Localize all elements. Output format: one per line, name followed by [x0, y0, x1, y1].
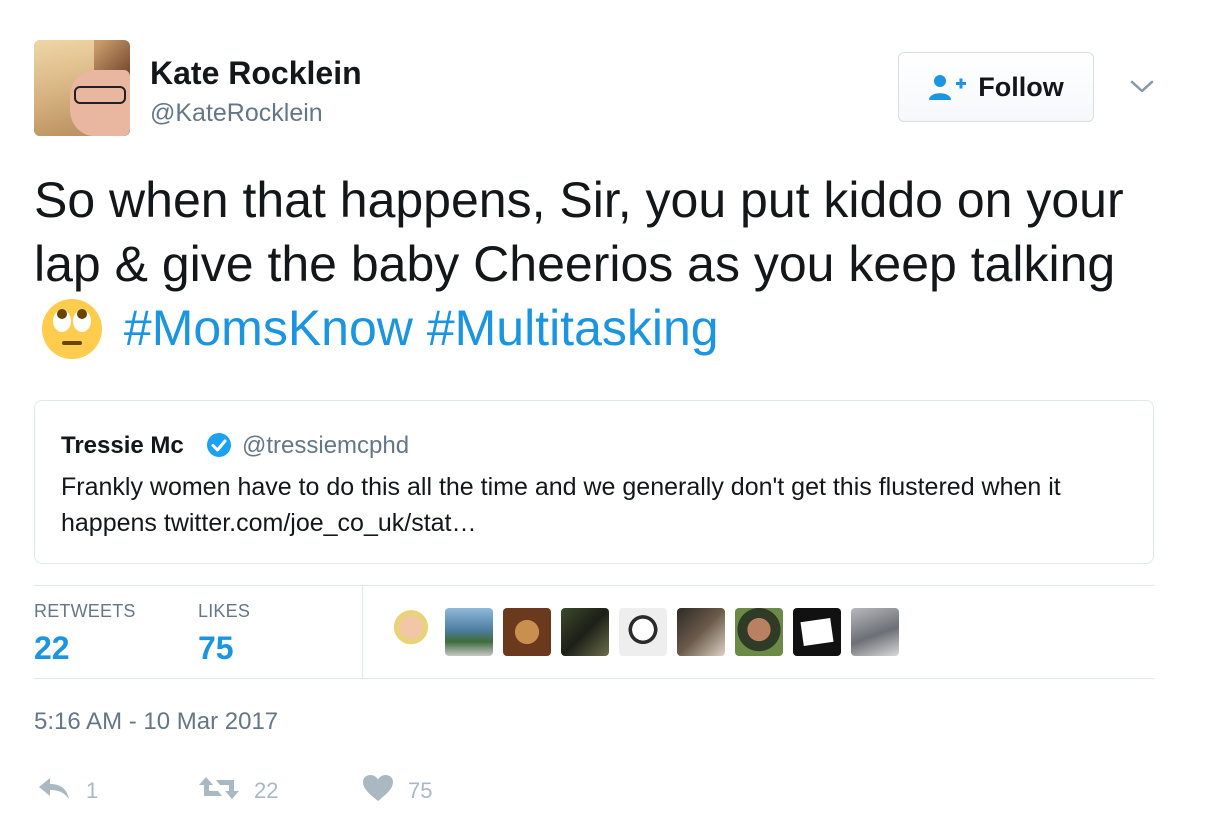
hashtag-momsknow[interactable]: #MomsKnow [124, 300, 413, 356]
quoted-author-name: Tressie Mc [61, 432, 184, 459]
likes-label: LIKES [198, 601, 251, 621]
tweet-text: So when that happens, Sir, you put kiddo… [34, 168, 1164, 361]
tweet-timestamp[interactable]: 5:16 AM - 10 Mar 2017 [34, 708, 278, 736]
heart-icon [362, 774, 394, 808]
rolling-eyes-emoji-icon [40, 297, 104, 361]
reply-count: 1 [86, 778, 99, 803]
author-handle[interactable]: @KateRocklein [150, 99, 323, 128]
likers-avatar-row [387, 608, 899, 656]
tweet-body: So when that happens, Sir, you put kiddo… [34, 172, 1124, 292]
chevron-down-icon[interactable] [1128, 76, 1156, 98]
like-count: 75 [408, 778, 433, 803]
liker-avatar-6[interactable] [677, 608, 725, 656]
follow-label: Follow [978, 71, 1064, 102]
quoted-tweet-text: Frankly women have to do this all the ti… [61, 473, 1061, 537]
like-action[interactable]: 75 [362, 774, 432, 808]
reply-icon [36, 774, 72, 808]
author-display-name[interactable]: Kate Rocklein [150, 55, 362, 92]
retweet-action[interactable]: 22 [198, 774, 278, 808]
stats-vertical-divider [362, 586, 363, 678]
author-avatar[interactable] [34, 40, 130, 136]
stats-bottom-divider [34, 678, 1154, 679]
follow-button[interactable]: Follow [898, 52, 1094, 122]
liker-avatar-7[interactable] [735, 608, 783, 656]
retweet-icon [198, 774, 240, 808]
quoted-author-handle: @tressiemcphd [242, 432, 410, 459]
quoted-tweet-card[interactable]: Tressie Mc @tressiemcphd Frankly women h… [34, 400, 1154, 564]
liker-avatar-3[interactable] [503, 608, 551, 656]
liker-avatar-5[interactable] [619, 608, 667, 656]
avatar-glasses [74, 86, 126, 104]
add-user-icon [928, 73, 968, 101]
retweet-count: 22 [254, 778, 279, 803]
liker-avatar-1[interactable] [387, 608, 435, 656]
liker-avatar-8[interactable] [793, 608, 841, 656]
reply-action[interactable]: 1 [36, 774, 98, 808]
liker-avatar-2[interactable] [445, 608, 493, 656]
verified-badge-icon [205, 431, 233, 459]
retweets-label: RETWEETS [34, 601, 136, 621]
likes-count[interactable]: 75 [198, 630, 234, 667]
liker-avatar-4[interactable] [561, 608, 609, 656]
retweets-count[interactable]: 22 [34, 630, 70, 667]
hashtag-multitasking[interactable]: #Multitasking [427, 300, 719, 356]
stats-top-divider [34, 585, 1154, 586]
liker-avatar-9[interactable] [851, 608, 899, 656]
